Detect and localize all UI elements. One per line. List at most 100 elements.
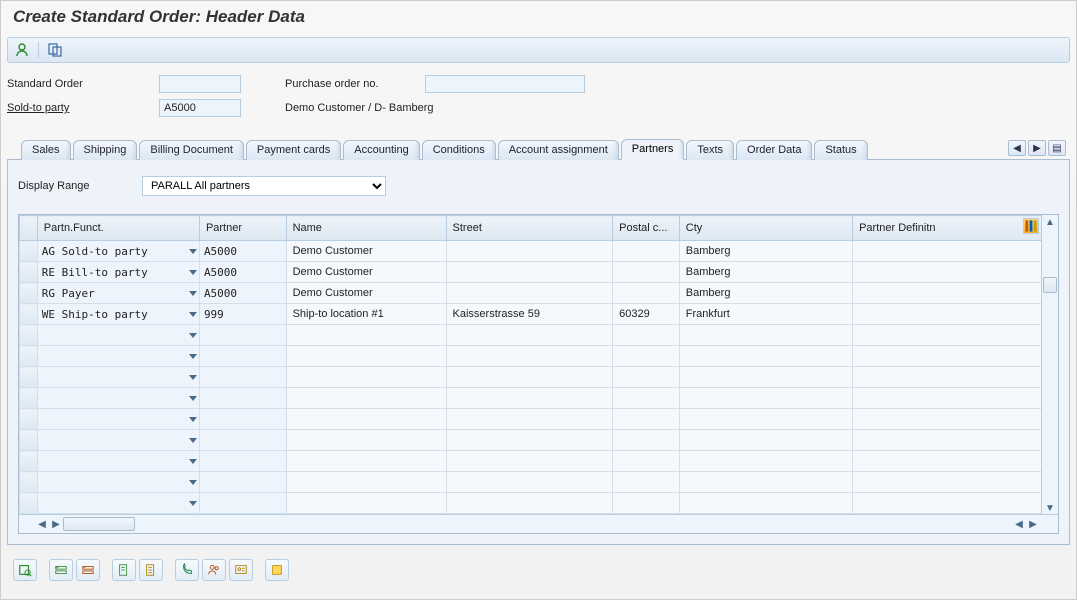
order-input[interactable] xyxy=(159,75,241,93)
partner-input[interactable] xyxy=(200,451,286,471)
row-selector[interactable] xyxy=(20,325,38,346)
tab-accounting[interactable]: Accounting xyxy=(343,140,419,160)
partner-input[interactable]: A5000 xyxy=(200,262,286,282)
grid-vertical-scrollbar[interactable]: ▲ ▼ xyxy=(1041,215,1058,515)
header-detail-icon[interactable] xyxy=(47,42,63,58)
partn-funct-input[interactable]: RE Bill-to party xyxy=(38,262,189,282)
row-selector[interactable] xyxy=(20,493,38,514)
hscroll-right2-icon[interactable]: ▶ xyxy=(1026,519,1040,530)
address-button[interactable] xyxy=(229,559,253,581)
tab-shipping[interactable]: Shipping xyxy=(73,140,138,160)
tab-account-assignment[interactable]: Account assignment xyxy=(498,140,619,160)
scroll-thumb[interactable] xyxy=(1043,277,1057,293)
tab-scroll-right-icon[interactable]: ▶ xyxy=(1028,140,1046,156)
col-partner[interactable]: Partner xyxy=(199,216,286,241)
row-selector[interactable] xyxy=(20,346,38,367)
partn-funct-input[interactable] xyxy=(38,325,189,345)
phone-button[interactable] xyxy=(175,559,199,581)
tab-list-icon[interactable]: ▤ xyxy=(1048,140,1066,156)
partner-input[interactable] xyxy=(200,409,286,429)
po-input[interactable] xyxy=(425,75,585,93)
row-selector[interactable] xyxy=(20,241,38,262)
col-name[interactable]: Name xyxy=(286,216,446,241)
grid-horizontal-scrollbar[interactable]: ◀ ▶ ◀ ▶ xyxy=(19,514,1058,533)
row-selector[interactable] xyxy=(20,304,38,325)
partn-funct-input[interactable] xyxy=(38,493,189,513)
partner-input[interactable] xyxy=(200,325,286,345)
tab-order-data[interactable]: Order Data xyxy=(736,140,812,160)
tab-billing-document[interactable]: Billing Document xyxy=(139,140,244,160)
dropdown-icon[interactable] xyxy=(189,438,197,443)
partner-input[interactable] xyxy=(200,493,286,513)
tab-sales[interactable]: Sales xyxy=(21,140,71,160)
dropdown-icon[interactable] xyxy=(189,333,197,338)
dropdown-icon[interactable] xyxy=(189,396,197,401)
dropdown-icon[interactable] xyxy=(189,312,197,317)
delete-row-button[interactable]: − xyxy=(76,559,100,581)
hscroll-left-icon[interactable]: ◀ xyxy=(35,519,49,530)
display-details-button[interactable] xyxy=(13,559,37,581)
partn-funct-input[interactable] xyxy=(38,388,189,408)
row-selector[interactable] xyxy=(20,262,38,283)
partn-funct-input[interactable]: RG Payer xyxy=(38,283,189,303)
dropdown-icon[interactable] xyxy=(189,375,197,380)
hscroll-left2-icon[interactable]: ◀ xyxy=(1012,519,1026,530)
col-partn-funct[interactable]: Partn.Funct. xyxy=(37,216,199,241)
row-selector[interactable] xyxy=(20,430,38,451)
row-selector[interactable] xyxy=(20,472,38,493)
col-city[interactable]: Cty xyxy=(679,216,852,241)
partner-input[interactable] xyxy=(200,472,286,492)
hscroll-thumb[interactable] xyxy=(63,517,135,531)
user-icon[interactable] xyxy=(14,42,30,58)
select-all-header[interactable] xyxy=(20,216,38,241)
partner-input[interactable]: A5000 xyxy=(200,241,286,261)
dropdown-icon[interactable] xyxy=(189,459,197,464)
row-selector[interactable] xyxy=(20,283,38,304)
partn-funct-input[interactable]: AG Sold-to party xyxy=(38,241,189,261)
doc-text-button[interactable] xyxy=(139,559,163,581)
partn-funct-input[interactable] xyxy=(38,451,189,471)
partn-funct-input[interactable] xyxy=(38,346,189,366)
scroll-down-icon[interactable]: ▼ xyxy=(1045,501,1055,515)
col-postal[interactable]: Postal c... xyxy=(613,216,680,241)
row-selector[interactable] xyxy=(20,409,38,430)
partn-funct-input[interactable] xyxy=(38,409,189,429)
partn-funct-input[interactable] xyxy=(38,430,189,450)
dropdown-icon[interactable] xyxy=(189,249,197,254)
partn-funct-input[interactable] xyxy=(38,367,189,387)
tab-texts[interactable]: Texts xyxy=(686,140,734,160)
note-button[interactable] xyxy=(265,559,289,581)
sold-to-input[interactable]: A5000 xyxy=(159,99,241,117)
table-config-icon[interactable] xyxy=(1023,218,1039,234)
dropdown-icon[interactable] xyxy=(189,270,197,275)
partner-input[interactable] xyxy=(200,346,286,366)
partner-input[interactable] xyxy=(200,367,286,387)
doc-list-button[interactable] xyxy=(112,559,136,581)
tab-payment-cards[interactable]: Payment cards xyxy=(246,140,341,160)
partner-input[interactable]: 999 xyxy=(200,304,286,324)
row-selector[interactable] xyxy=(20,388,38,409)
customer-button[interactable] xyxy=(202,559,226,581)
dropdown-icon[interactable] xyxy=(189,417,197,422)
dropdown-icon[interactable] xyxy=(189,480,197,485)
scroll-up-icon[interactable]: ▲ xyxy=(1045,215,1055,229)
dropdown-icon[interactable] xyxy=(189,291,197,296)
partn-funct-input[interactable] xyxy=(38,472,189,492)
row-selector[interactable] xyxy=(20,367,38,388)
col-street[interactable]: Street xyxy=(446,216,613,241)
dropdown-icon[interactable] xyxy=(189,501,197,506)
tab-partners[interactable]: Partners xyxy=(621,139,685,160)
row-selector[interactable] xyxy=(20,451,38,472)
partn-funct-input[interactable]: WE Ship-to party xyxy=(38,304,189,324)
tab-status[interactable]: Status xyxy=(814,140,867,160)
tab-conditions[interactable]: Conditions xyxy=(422,140,496,160)
partner-input[interactable] xyxy=(200,430,286,450)
display-range-select[interactable]: PARALL All partners xyxy=(142,176,386,196)
dropdown-icon[interactable] xyxy=(189,354,197,359)
partner-input[interactable] xyxy=(200,388,286,408)
hscroll-right-icon[interactable]: ▶ xyxy=(49,519,63,530)
col-partner-def[interactable]: Partner Definitn xyxy=(853,216,1042,241)
insert-row-button[interactable]: + xyxy=(49,559,73,581)
partner-input[interactable]: A5000 xyxy=(200,283,286,303)
tab-scroll-left-icon[interactable]: ◀ xyxy=(1008,140,1026,156)
